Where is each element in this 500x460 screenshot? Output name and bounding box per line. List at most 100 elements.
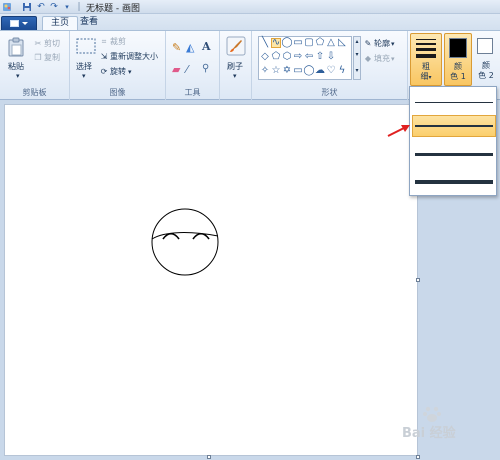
size-line [415, 180, 493, 184]
resize-label: 重新调整大小 [110, 52, 158, 61]
brush-icon[interactable] [226, 36, 246, 59]
down-arrow-shape-icon[interactable]: ⇩ [326, 52, 336, 62]
paint-app-icon [2, 2, 12, 12]
up-arrow-shape-icon[interactable]: ⇧ [315, 52, 325, 62]
line-shape-icon[interactable]: ╲ [260, 38, 270, 48]
brushes-button[interactable]: 刷子 [227, 61, 243, 72]
rotate-button[interactable]: ⟳ 旋转 ▾ [100, 66, 132, 77]
canvas-resize-handle-right[interactable] [416, 278, 420, 282]
shapes-gallery-scrollbar[interactable]: ▴ ▾ ▾ [353, 36, 361, 80]
paste-button[interactable]: 粘贴 [8, 61, 24, 72]
rounded-callout-shape-icon[interactable]: ▭ [293, 66, 303, 76]
customize-quick-access-icon[interactable]: ▾ [62, 2, 72, 12]
outline-label: 轮廓 [374, 39, 390, 48]
paint-menu-button[interactable] [1, 16, 37, 30]
size-button[interactable]: 粗 细▾ [410, 33, 442, 86]
oval-callout-shape-icon[interactable]: ◯ [303, 66, 314, 76]
save-icon[interactable] [22, 2, 32, 12]
right-triangle-shape-icon[interactable]: ◺ [337, 38, 347, 48]
size-line [415, 152, 493, 156]
paw-logo-icon [423, 406, 441, 422]
color-picker-icon[interactable]: ⁄ [186, 63, 188, 76]
resize-button[interactable]: ⇲ 重新调整大小 [100, 51, 158, 62]
five-point-star-shape-icon[interactable]: ☆ [271, 66, 281, 76]
cut-button[interactable]: ✂ 剪切 [34, 38, 60, 49]
color-1-label: 颜 色 1 [450, 62, 466, 81]
watermark-text: Bai 经验 [402, 426, 456, 441]
curve-shape-icon[interactable]: ∿ [271, 38, 281, 48]
heart-shape-icon[interactable]: ♡ [326, 66, 336, 76]
redo-icon[interactable]: ↷ [49, 2, 59, 12]
rotate-icon: ⟳ [100, 67, 108, 76]
text-tool-icon[interactable]: A [202, 40, 211, 53]
copy-button[interactable]: ❐ 复制 [34, 52, 60, 63]
tools-group-label: 工具 [184, 88, 201, 97]
cut-label: 剪切 [44, 39, 60, 48]
size-chevron-down-icon: ▾ [428, 74, 432, 81]
image-group: 选择 ▾ ⌗ 裁剪 ⇲ 重新调整大小 ⟳ 旋转 ▾ 图像 [70, 31, 166, 100]
rectangle-shape-icon[interactable]: ▭ [293, 38, 303, 48]
size-option-1[interactable] [412, 91, 496, 113]
face-circle [151, 208, 219, 276]
copy-label: 复制 [44, 53, 60, 62]
canvas-resize-handle-bottom[interactable] [207, 455, 211, 459]
magnifier-icon[interactable]: ⚲ [202, 63, 209, 74]
fill-label: 填充 [374, 54, 390, 63]
fill-button[interactable]: ◆ 填充 ▾ [364, 53, 395, 64]
fill-icon: ◆ [364, 54, 372, 63]
outline-chevron-down-icon: ▾ [391, 39, 395, 48]
color-2-swatch [477, 38, 493, 54]
resize-icon: ⇲ [100, 52, 108, 61]
crop-button[interactable]: ⌗ 裁剪 [100, 36, 126, 47]
eraser-icon[interactable]: ▰ [172, 63, 180, 76]
right-arrow-shape-icon[interactable]: ⇨ [293, 52, 303, 62]
left-arrow-shape-icon[interactable]: ⇦ [304, 52, 314, 62]
size-line [415, 125, 493, 127]
lightning-shape-icon[interactable]: ϟ [337, 66, 347, 76]
diamond-shape-icon[interactable]: ◇ [260, 52, 270, 62]
select-chevron-down-icon[interactable]: ▾ [82, 72, 86, 80]
outline-brush-icon: ✎ [364, 39, 372, 48]
gallery-expand-icon[interactable]: ▾ [354, 67, 360, 75]
undo-icon[interactable]: ↶ [36, 2, 46, 12]
gallery-scroll-up-icon[interactable]: ▴ [354, 38, 360, 46]
rounded-rectangle-shape-icon[interactable]: ▢ [304, 38, 314, 48]
size-option-2[interactable] [412, 115, 496, 137]
polygon-shape-icon[interactable]: ⬠ [315, 38, 325, 48]
tab-view[interactable]: 查看 [72, 16, 106, 30]
drawing-canvas[interactable] [4, 104, 418, 456]
size-option-3[interactable] [412, 143, 496, 165]
outline-button[interactable]: ✎ 轮廓 ▾ [364, 38, 395, 49]
hexagon-shape-icon[interactable]: ⬡ [282, 52, 292, 62]
fill-bucket-icon[interactable]: ◭ [186, 41, 194, 54]
size-line [415, 101, 493, 103]
color-2-label: 颜 色 2 [478, 61, 494, 80]
paste-chevron-down-icon[interactable]: ▾ [16, 72, 20, 80]
gallery-scroll-down-icon[interactable]: ▾ [354, 51, 360, 59]
triangle-shape-icon[interactable]: △ [326, 38, 336, 48]
select-icon[interactable] [76, 38, 96, 57]
clipboard-group-label: 剪贴板 [22, 88, 47, 97]
color-2-button[interactable]: 颜 色 2 [474, 33, 498, 86]
pencil-icon[interactable]: ✎ [172, 41, 181, 54]
rotate-label: 旋转 [110, 67, 126, 76]
cloud-callout-shape-icon[interactable]: ☁ [315, 66, 325, 76]
scissors-icon: ✂ [34, 39, 42, 48]
six-point-star-shape-icon[interactable]: ✡ [282, 66, 292, 76]
chevron-down-icon [22, 22, 28, 25]
paste-icon[interactable] [7, 37, 25, 60]
paste-label: 粘贴 [8, 62, 24, 71]
ribbon-tab-row: 主页 查看 [0, 14, 500, 30]
color-1-button[interactable]: 颜 色 1 [444, 33, 472, 86]
select-button[interactable]: 选择 [76, 61, 92, 72]
brushes-chevron-down-icon[interactable]: ▾ [233, 72, 237, 80]
size-option-4[interactable] [412, 171, 496, 193]
shapes-group-label: 形状 [321, 88, 338, 97]
size-label: 粗 细▾ [420, 62, 432, 81]
tools-group: ✎ ◭ A ▰ ⁄ ⚲ 工具 [166, 31, 220, 100]
pentagon-shape-icon[interactable]: ⬠ [271, 52, 281, 62]
title-separator: | [77, 2, 81, 12]
canvas-resize-handle-corner[interactable] [416, 455, 420, 459]
oval-shape-icon[interactable]: ◯ [281, 38, 292, 48]
four-point-star-shape-icon[interactable]: ✧ [260, 66, 270, 76]
